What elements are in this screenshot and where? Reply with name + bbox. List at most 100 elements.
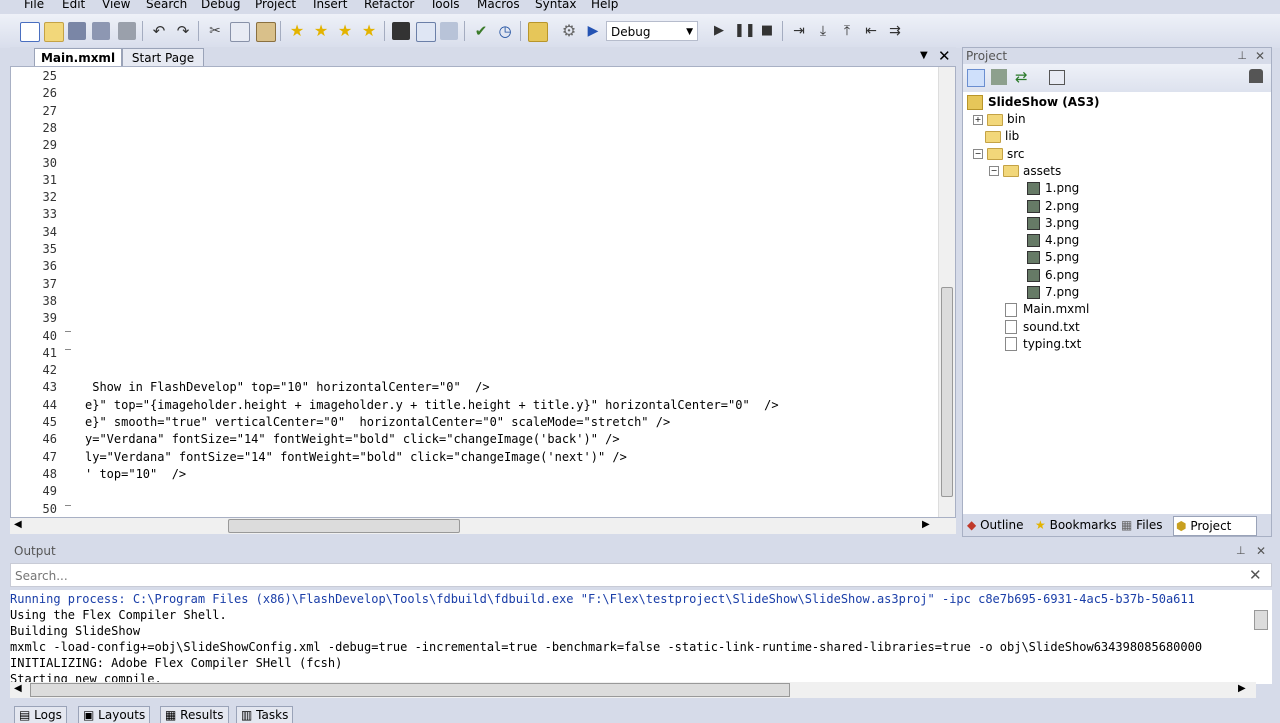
copy-icon[interactable] [230, 22, 250, 42]
collapse-icon[interactable]: − [973, 149, 983, 160]
step-out-icon[interactable]: ⤒ [838, 22, 856, 40]
bookmark-prev-icon[interactable]: ★ [336, 22, 354, 40]
tab-tasks[interactable]: ▥ Tasks [236, 706, 294, 723]
cut-icon[interactable]: ✂ [206, 22, 224, 40]
tree-item[interactable]: + bin [973, 112, 1026, 126]
tools-icon[interactable] [440, 22, 458, 40]
output-log[interactable]: Running process: C:\Program Files (x86)\… [10, 590, 1272, 684]
close-panel-icon[interactable]: ✕ [1256, 543, 1266, 559]
print-icon[interactable] [118, 22, 136, 40]
fold-marker [65, 349, 71, 350]
expand-icon[interactable]: + [973, 114, 983, 125]
tree-item[interactable]: lib [973, 129, 1019, 143]
scroll-right-icon[interactable]: ▶ [922, 519, 930, 530]
run-icon[interactable]: ▶ [584, 22, 602, 40]
tab-main-mxml[interactable]: Main.mxml [34, 48, 122, 67]
collapse-icon[interactable]: − [989, 166, 999, 177]
continue-icon[interactable]: ▶ [710, 22, 728, 40]
step-over-icon[interactable]: ⇥ [790, 22, 808, 40]
project-root[interactable]: SlideShow (AS3) [967, 95, 1100, 110]
tree-item[interactable]: 7.png [1027, 285, 1079, 299]
tab-list-dropdown-icon[interactable]: ▼ [920, 50, 928, 61]
tree-item[interactable]: 5.png [1027, 250, 1079, 265]
build-project-icon[interactable] [528, 22, 548, 42]
new-file-icon[interactable] [20, 22, 40, 42]
tab-logs[interactable]: ▤ Logs [14, 706, 67, 723]
tab-results[interactable]: ▦ Results [160, 706, 229, 723]
scroll-left-icon[interactable]: ◀ [14, 519, 22, 530]
tab-layouts[interactable]: ▣ Layouts [78, 706, 151, 723]
tree-item[interactable]: − src [973, 147, 1025, 161]
tree-item[interactable]: 4.png [1027, 233, 1079, 248]
editor-vertical-scrollbar[interactable] [938, 67, 955, 517]
console-icon[interactable] [392, 22, 410, 40]
add-item-icon[interactable] [991, 69, 1007, 85]
menu-help[interactable]: Help [591, 0, 618, 11]
close-panel-icon[interactable]: ✕ [1255, 48, 1265, 64]
scroll-right-icon[interactable]: ▶ [1238, 683, 1246, 694]
image-file-icon [1027, 199, 1040, 213]
tab-files[interactable]: ▦ Files [1121, 516, 1163, 534]
outdent-icon[interactable]: ⇉ [886, 22, 904, 40]
pause-icon[interactable]: ❚❚ [734, 22, 756, 40]
pin-icon[interactable]: ⊥ [1237, 48, 1247, 64]
output-vertical-scroll-thumb[interactable] [1254, 610, 1268, 630]
tab-project[interactable]: ⬢ Project [1173, 516, 1257, 536]
step-into-icon[interactable]: ⤓ [814, 22, 832, 40]
undo-icon[interactable]: ↶ [150, 22, 168, 40]
redo-icon[interactable]: ↷ [174, 22, 192, 40]
tree-item[interactable]: sound.txt [1005, 320, 1080, 335]
save-all-icon[interactable] [92, 22, 110, 40]
output-horizontal-scrollbar[interactable]: ◀ ▶ [10, 682, 1256, 698]
menu-debug[interactable]: Debug [201, 0, 240, 11]
lock-icon[interactable] [1249, 69, 1263, 83]
menu-insert[interactable]: Insert [313, 0, 347, 11]
bookmark-clear-icon[interactable]: ★ [360, 22, 378, 40]
menu-view[interactable]: View [102, 0, 130, 11]
tree-item[interactable]: typing.txt [1005, 337, 1081, 352]
image-file-icon [1027, 286, 1040, 299]
menu-search[interactable]: Search [146, 0, 187, 11]
tree-item[interactable]: 6.png [1027, 268, 1079, 282]
tree-item[interactable]: 3.png [1027, 216, 1079, 230]
gear-icon[interactable]: ⚙ [560, 22, 578, 40]
build-config-select[interactable]: Debug ▼ [606, 21, 698, 41]
open-folder-icon[interactable] [44, 22, 64, 42]
tree-item[interactable]: Main.mxml [1005, 302, 1089, 317]
check-syntax-icon[interactable]: ✔ [472, 22, 490, 40]
editor-horizontal-scrollbar[interactable]: ◀ ▶ [10, 518, 956, 534]
layout-icon[interactable] [416, 22, 436, 42]
menu-macros[interactable]: Macros [477, 0, 520, 11]
tab-outline[interactable]: ◆ Outline [967, 516, 1023, 534]
stop-icon[interactable]: ■ [758, 22, 776, 40]
menu-project[interactable]: Project [255, 0, 296, 11]
menu-tools[interactable]: Tools [430, 0, 460, 11]
output-search-input[interactable] [13, 566, 1237, 586]
tab-bookmarks[interactable]: ★ Bookmarks [1035, 516, 1117, 534]
save-icon[interactable] [68, 22, 86, 40]
show-hidden-icon[interactable] [967, 69, 985, 87]
tree-item[interactable]: − assets [989, 164, 1061, 178]
bookmark-star-icon[interactable]: ★ [288, 22, 306, 40]
tab-start-page[interactable]: Start Page [122, 48, 204, 67]
scroll-left-icon[interactable]: ◀ [14, 683, 22, 694]
clear-search-icon[interactable]: ✕ [1249, 566, 1262, 584]
bookmark-next-icon[interactable]: ★ [312, 22, 330, 40]
indent-icon[interactable]: ⇤ [862, 22, 880, 40]
pin-icon[interactable]: ⊥ [1236, 543, 1246, 559]
output-horizontal-scroll-thumb[interactable] [30, 683, 790, 697]
editor-horizontal-scroll-thumb[interactable] [228, 519, 460, 533]
code-editor[interactable]: 25 26 27 28 29 30 31 32 33 34 35 36 37 38 39 40 41 42 43 S… [10, 66, 956, 518]
paste-icon[interactable] [256, 22, 276, 42]
menu-refactor[interactable]: Refactor [364, 0, 414, 11]
clock-icon[interactable]: ◷ [496, 22, 514, 40]
tree-item[interactable]: 2.png [1027, 199, 1079, 213]
close-tab-icon[interactable]: ✕ [938, 47, 951, 65]
menu-syntax[interactable]: Syntax [535, 0, 576, 11]
refresh-icon[interactable]: ⇄ [1015, 68, 1028, 86]
menu-file[interactable]: File [24, 0, 44, 11]
menu-edit[interactable]: Edit [62, 0, 85, 11]
tree-item[interactable]: 1.png [1027, 181, 1079, 196]
editor-vertical-scroll-thumb[interactable] [941, 287, 953, 497]
properties-icon[interactable] [1049, 70, 1065, 85]
